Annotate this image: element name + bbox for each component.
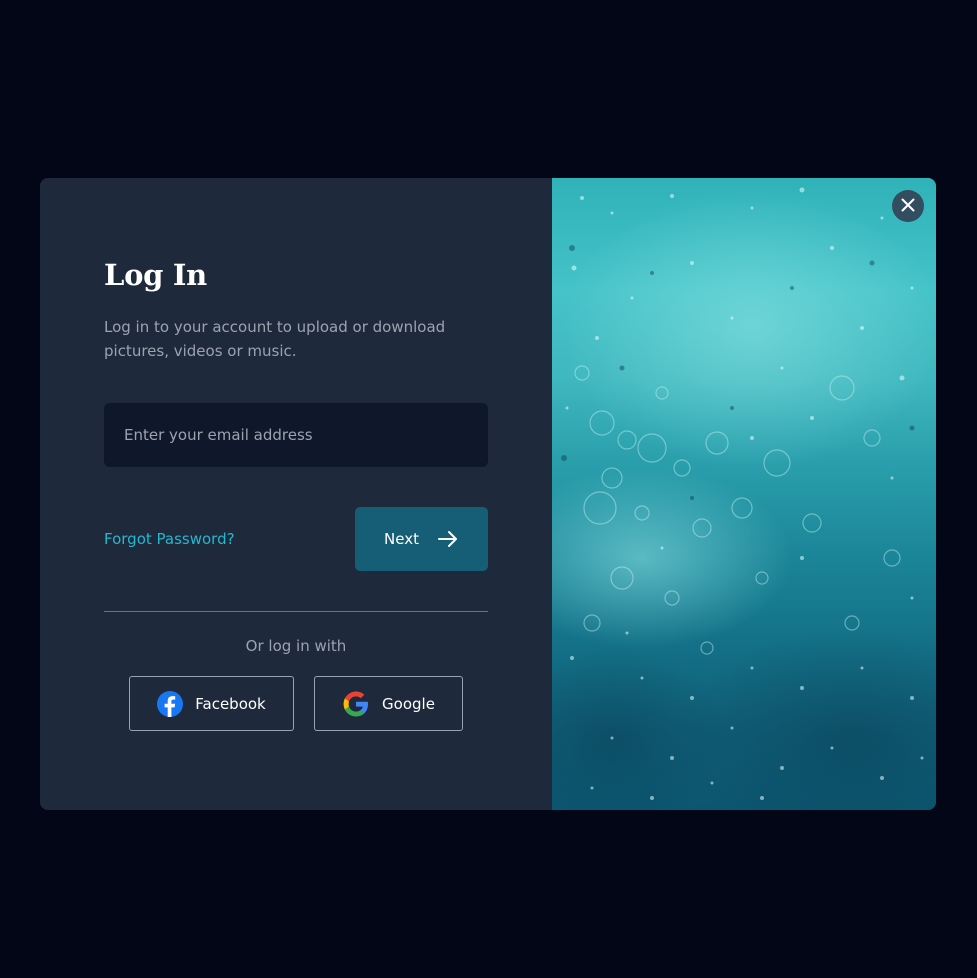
forgot-password-link[interactable]: Forgot Password?	[104, 530, 235, 548]
social-login-row: Facebook Google	[104, 676, 488, 731]
facebook-button-label: Facebook	[195, 694, 266, 713]
next-button[interactable]: Next	[355, 507, 488, 571]
email-input[interactable]	[104, 403, 488, 467]
close-icon	[901, 198, 915, 215]
arrow-right-icon	[437, 530, 459, 548]
water-bubbles-image	[552, 187, 936, 810]
login-form-panel: Log In Log in to your account to upload …	[40, 178, 552, 810]
divider	[104, 611, 488, 612]
login-title: Log In	[104, 258, 207, 292]
facebook-icon	[157, 690, 184, 717]
google-button-label: Google	[382, 694, 435, 713]
water-image-panel	[552, 178, 936, 810]
login-modal: Log In Log in to your account to upload …	[40, 178, 936, 810]
google-login-button[interactable]: Google	[314, 676, 463, 731]
google-icon	[342, 690, 370, 718]
login-actions-row: Forgot Password? Next	[104, 507, 488, 571]
facebook-login-button[interactable]: Facebook	[129, 676, 294, 731]
close-button[interactable]	[892, 190, 924, 222]
or-log-in-with-label: Or log in with	[245, 637, 347, 655]
login-subtitle: Log in to your account to upload or down…	[104, 318, 446, 360]
next-button-label: Next	[384, 530, 419, 548]
